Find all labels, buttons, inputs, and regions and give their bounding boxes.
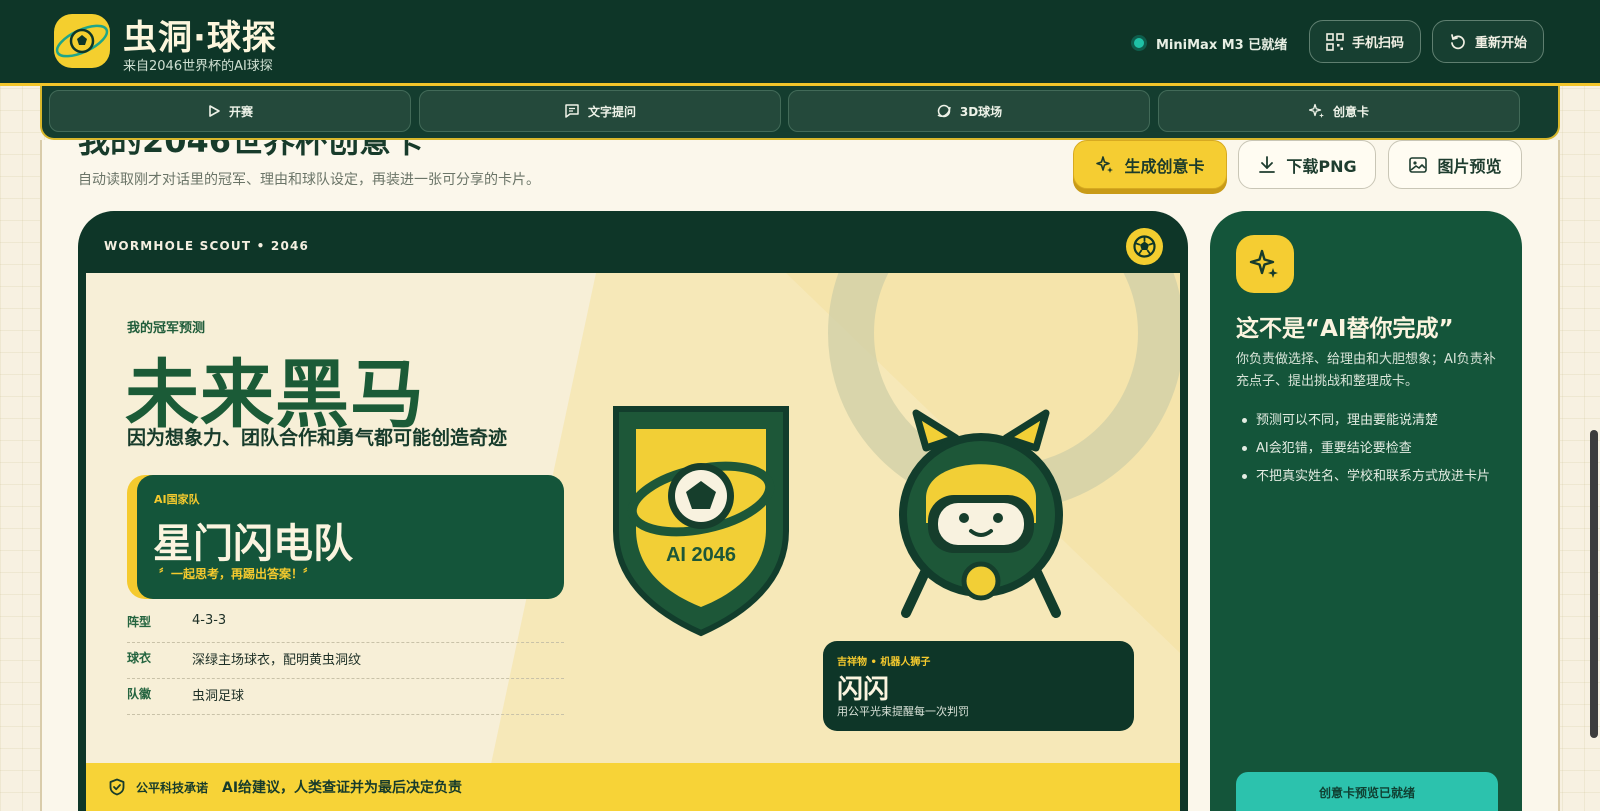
mascot-desc: 用公平光束提醒每一次判罚 — [837, 705, 969, 718]
promise-text: AI给建议，人类查证并为最后决定负责 — [222, 780, 463, 796]
sparkle-icon — [1096, 155, 1114, 173]
team-crest-shield-icon: AI 2046 — [613, 406, 789, 637]
crest-text: AI 2046 — [666, 544, 736, 566]
info-value: 深绿主场球衣，配明黄虫洞纹 — [192, 653, 362, 668]
image-preview-label: 图片预览 — [1437, 156, 1502, 176]
chat-icon — [565, 104, 579, 118]
list-item: 预测可以不同，理由要能说清楚 — [1236, 410, 1500, 431]
football-orbit-icon — [55, 24, 109, 58]
team-name: 星门闪电队 — [153, 521, 353, 567]
tab-label: 文字提问 — [587, 104, 636, 119]
tab-label: 创意卡 — [1332, 104, 1369, 119]
creative-card: WORMHOLE SCOUT • 2046 我的冠军预测 未来黑马 因为想象力、… — [78, 211, 1188, 811]
mascot-tag: 吉祥物 • 机器人狮子 — [837, 657, 931, 668]
qr-code-icon — [1326, 32, 1344, 51]
promise-label: 公平科技承诺 — [136, 780, 209, 795]
app-header: 虫洞·球探 来自2046世界杯的AI球探 MiniMax M3 已就绪 手机扫码… — [0, 0, 1600, 86]
card-brand-label: WORMHOLE SCOUT • 2046 — [104, 239, 310, 253]
info-key: 球衣 — [127, 651, 152, 665]
info-key: 阵型 — [127, 615, 152, 629]
team-panel: AI国家队 星门闪电队 〞一起思考，再踢出答案！〞 — [127, 475, 564, 599]
info-key: 队徽 — [127, 687, 152, 701]
card-body: 我的冠军预测 未来黑马 因为想象力、团队合作和勇气都可能创造奇迹 AI国家队 星… — [86, 273, 1180, 811]
mobile-scan-button[interactable]: 手机扫码 — [1309, 20, 1421, 63]
team-panel-inner: AI国家队 星门闪电队 〞一起思考，再踢出答案！〞 — [137, 475, 564, 599]
side-guidelines-list: 预测可以不同，理由要能说清楚 AI会犯错，重要结论要检查 不把真实姓名、学校和联… — [1236, 410, 1500, 494]
info-row-formation: 阵型 4-3-3 — [127, 607, 564, 643]
download-png-label: 下载PNG — [1286, 156, 1357, 176]
play-icon — [209, 105, 220, 117]
list-item: 不把真实姓名、学校和联系方式放进卡片 — [1236, 466, 1500, 487]
status-dot-icon — [1131, 35, 1147, 51]
restart-label: 重新开始 — [1474, 36, 1527, 51]
orbit-icon — [937, 104, 951, 118]
info-row-jersey: 球衣 深绿主场球衣，配明黄虫洞纹 — [127, 643, 564, 679]
mode-tabs: 开赛 文字提问 3D球场 创意卡 — [40, 86, 1560, 140]
team-tag: AI国家队 — [154, 493, 200, 506]
model-status: MiniMax M3 已就绪 — [1131, 33, 1287, 53]
champion-pick-label: 我的冠军预测 — [127, 321, 206, 336]
logo — [54, 14, 110, 68]
tab-label: 3D球场 — [959, 104, 1003, 119]
tab-creative-card[interactable]: 创意卡 — [1158, 90, 1520, 132]
champion-pick-reason: 因为想象力、团队合作和勇气都可能创造奇迹 — [127, 427, 508, 449]
tab-3d-pitch[interactable]: 3D球场 — [788, 90, 1150, 132]
restart-button[interactable]: 重新开始 — [1432, 20, 1544, 63]
page-scrollbar[interactable] — [1590, 430, 1598, 738]
mascot-name: 闪闪 — [837, 675, 890, 705]
generate-card-label: 生成创意卡 — [1124, 156, 1205, 176]
info-row-crest: 队徽 虫洞足球 — [127, 679, 564, 715]
list-item: AI会犯错，重要结论要检查 — [1236, 438, 1500, 459]
side-panel: 这不是“AI替你完成” 你负责做选择、给理由和大胆想象；AI负责补充点子、提出挑… — [1210, 211, 1522, 811]
sparkle-icon — [1236, 235, 1294, 293]
side-title: 这不是“AI替你完成” — [1236, 316, 1454, 342]
info-value: 4-3-3 — [192, 613, 227, 628]
image-preview-button[interactable]: 图片预览 — [1388, 140, 1522, 189]
fair-tech-promise-bar: 公平科技承诺 AI给建议，人类查证并为最后决定负责 — [86, 763, 1180, 811]
mascot-panel: 吉祥物 • 机器人狮子 闪闪 用公平光束提醒每一次判罚 — [823, 641, 1134, 731]
mobile-scan-label: 手机扫码 — [1351, 36, 1404, 51]
tab-text-question[interactable]: 文字提问 — [419, 90, 781, 132]
brand-title: 虫洞·球探 — [123, 18, 277, 58]
info-value: 虫洞足球 — [192, 689, 245, 704]
football-icon — [1126, 228, 1163, 265]
side-description: 你负责做选择、给理由和大胆想象；AI负责补充点子、提出挑战和整理成卡。 — [1236, 352, 1496, 389]
restart-icon — [1451, 33, 1465, 49]
robot-lion-mascot-icon — [899, 409, 1063, 618]
preview-ready-status: 创意卡预览已就绪 — [1236, 772, 1498, 811]
tab-start[interactable]: 开赛 — [49, 90, 411, 132]
team-slogan: 〞一起思考，再踢出答案！〞 — [159, 567, 316, 581]
image-icon — [1409, 156, 1428, 173]
status-text: MiniMax M3 已就绪 — [1156, 37, 1288, 53]
page-subtitle: 自动读取刚才对话里的冠军、理由和球队设定，再装进一张可分享的卡片。 — [78, 172, 540, 188]
shield-check-icon — [109, 778, 125, 796]
sparkle-icon — [1308, 103, 1324, 118]
tab-label: 开赛 — [228, 104, 253, 119]
brand-subtitle: 来自2046世界杯的AI球探 — [123, 59, 273, 74]
generate-card-button[interactable]: 生成创意卡 — [1073, 140, 1227, 189]
download-png-button[interactable]: 下载PNG — [1238, 140, 1376, 189]
download-icon — [1259, 155, 1276, 173]
